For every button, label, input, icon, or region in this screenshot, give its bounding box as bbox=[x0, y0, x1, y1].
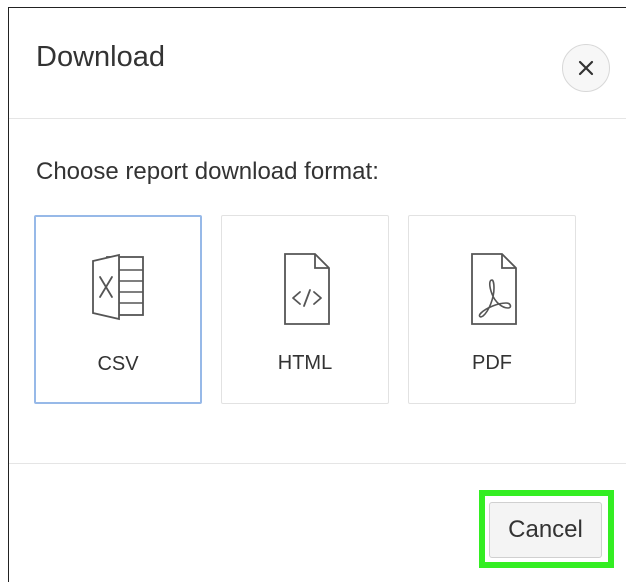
format-label-html: HTML bbox=[277, 352, 333, 374]
close-icon bbox=[578, 60, 594, 76]
format-prompt: Choose report download format: bbox=[36, 158, 379, 185]
close-button[interactable] bbox=[562, 44, 610, 92]
format-option-csv[interactable]: CSV bbox=[34, 215, 202, 404]
cancel-button[interactable]: Cancel bbox=[489, 502, 602, 558]
pdf-file-icon bbox=[471, 253, 517, 325]
format-option-html[interactable]: HTML bbox=[221, 215, 389, 404]
format-option-pdf[interactable]: PDF bbox=[408, 215, 576, 404]
dialog-title: Download bbox=[36, 41, 165, 73]
download-dialog: Download Choose report download format: … bbox=[8, 7, 626, 582]
format-label-csv: CSV bbox=[97, 353, 139, 375]
dialog-footer: Cancel bbox=[9, 463, 626, 582]
dialog-body: Choose report download format: CSV HTML … bbox=[9, 118, 626, 464]
format-label-pdf: PDF bbox=[472, 352, 512, 374]
html-file-icon bbox=[284, 253, 330, 325]
csv-file-icon bbox=[92, 253, 144, 321]
dialog-header: Download bbox=[9, 8, 626, 119]
